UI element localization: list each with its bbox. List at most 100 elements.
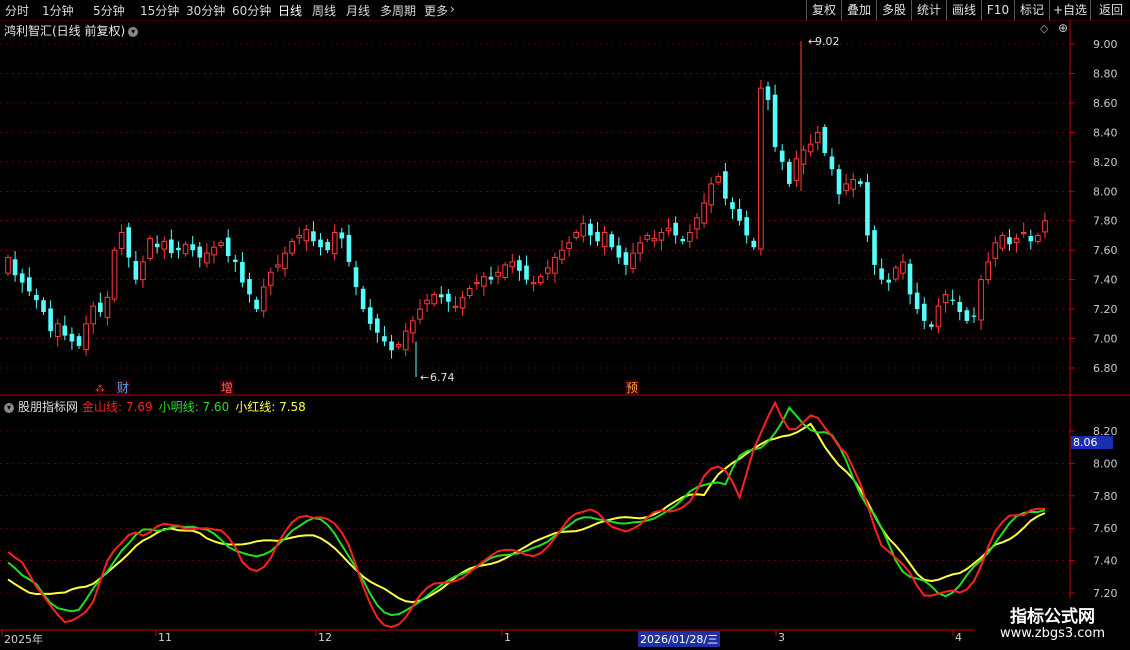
line1-value: 7.69: [125, 400, 153, 414]
candle-down: [673, 222, 678, 236]
candle-up: [658, 232, 665, 241]
candle-up: [900, 261, 906, 274]
candle-up: [5, 257, 11, 274]
candle-down: [829, 156, 835, 170]
candle-down: [886, 279, 892, 283]
candle-down: [680, 238, 686, 242]
candle-up: [850, 178, 857, 190]
candle-down: [225, 237, 231, 257]
candle-up: [715, 176, 722, 183]
date-label-jan: 1: [504, 631, 511, 644]
event-tag: 预: [626, 381, 638, 395]
diamond-icon[interactable]: ◇: [1040, 22, 1048, 35]
candle-down: [311, 231, 316, 242]
candle-up: [481, 276, 487, 287]
date-label-dec: 12: [318, 631, 332, 644]
candle-down: [950, 299, 955, 301]
candle-up: [814, 131, 821, 143]
candle-down: [353, 267, 359, 287]
candle-up: [942, 293, 949, 304]
candle-up: [83, 323, 89, 350]
candle-down: [389, 341, 394, 351]
candle-down: [360, 288, 366, 310]
candle-down: [176, 247, 181, 251]
candle-up: [1035, 234, 1041, 242]
candle-up: [630, 252, 636, 269]
indicator-line-xiaohong: [7, 422, 1046, 604]
candle-down: [971, 315, 977, 317]
candle-down: [339, 232, 345, 239]
candle-down: [1028, 236, 1034, 242]
indicator-tick-label: 7.60: [1093, 522, 1118, 535]
date-label-apr: 4: [955, 631, 962, 644]
candle-down: [382, 336, 387, 342]
candle-down: [929, 324, 934, 327]
candle-down: [325, 241, 330, 251]
candle-up: [140, 261, 146, 281]
indicator-title: ▾ 股朋指标网 金山线: 7.69 小明线: 7.60 小红线: 7.58: [4, 398, 312, 415]
candle-up: [708, 183, 714, 206]
candle-up: [402, 330, 409, 351]
candle-up: [935, 305, 942, 328]
candle-down: [879, 268, 884, 280]
candle-down: [446, 293, 451, 302]
candle-up: [275, 264, 281, 268]
line3-label: 小红线: [235, 400, 272, 414]
indicator-tick-label: 8.00: [1093, 457, 1118, 470]
candle-down: [623, 252, 629, 265]
candle-down: [26, 277, 32, 292]
candle-down: [772, 94, 778, 148]
candle-up: [793, 158, 800, 181]
line3-value: 7.58: [279, 400, 306, 414]
candle-up: [800, 149, 807, 165]
candle-up: [204, 252, 210, 264]
price-tick-label: 8.80: [1093, 67, 1118, 80]
candle-up: [410, 320, 416, 334]
candle-up: [495, 271, 501, 277]
price-tick-label: 8.20: [1093, 156, 1118, 169]
line1-legend: 金山线: 7.69: [82, 400, 153, 414]
price-tick-label: 7.40: [1093, 274, 1118, 287]
candle-up: [566, 242, 572, 249]
candle-up: [601, 232, 608, 248]
indicator-name: 股朋指标网: [18, 400, 79, 414]
candle-up: [665, 227, 672, 232]
price-tick-label: 8.00: [1093, 185, 1118, 198]
price-tick-label: 7.20: [1093, 303, 1118, 316]
candle-up: [161, 240, 168, 250]
line2-legend: 小明线: 7.60: [158, 400, 230, 414]
date-cursor: 2026/01/28/三: [638, 631, 721, 647]
indicator-dropdown-icon[interactable]: ▾: [4, 402, 14, 413]
candle-down: [914, 292, 920, 310]
candle-down: [751, 240, 757, 248]
kline-chart[interactable]: 9.00 8.80 8.60 8.40 8.20 8.00 7.80 7.60 7.40 7.20…: [0, 0, 1130, 650]
candle-down: [318, 239, 323, 248]
candle-up: [424, 299, 430, 305]
candle-down: [737, 208, 742, 221]
candle-up: [573, 232, 580, 239]
candle-down: [12, 259, 18, 276]
candle-down: [858, 181, 863, 184]
candle-down: [730, 202, 735, 209]
candle-down: [517, 260, 522, 271]
candle-up: [687, 232, 693, 242]
candle-down: [34, 294, 39, 301]
candle-up: [282, 252, 288, 269]
stock-title: 鸿利智汇(日线 前复权) ▾: [4, 22, 139, 39]
candle-up: [701, 202, 707, 224]
low-marker-arrow: ←: [420, 371, 429, 384]
candle-down: [240, 261, 245, 283]
candle-down: [964, 310, 970, 321]
candle-down: [346, 234, 352, 262]
candle-down: [836, 169, 842, 195]
dropdown-icon[interactable]: ▾: [128, 26, 139, 37]
candle-up: [1020, 232, 1027, 235]
candle-down: [197, 246, 203, 258]
candle-up: [978, 279, 984, 321]
candle-down: [19, 273, 25, 283]
watermark-title: 指标公式网: [1010, 607, 1095, 627]
candle-up: [758, 87, 764, 250]
expand-icon[interactable]: ⊕: [1058, 21, 1068, 35]
price-tick-label: 6.80: [1093, 362, 1118, 375]
watermark: 指标公式网 www.zbgs3.com: [975, 598, 1130, 650]
